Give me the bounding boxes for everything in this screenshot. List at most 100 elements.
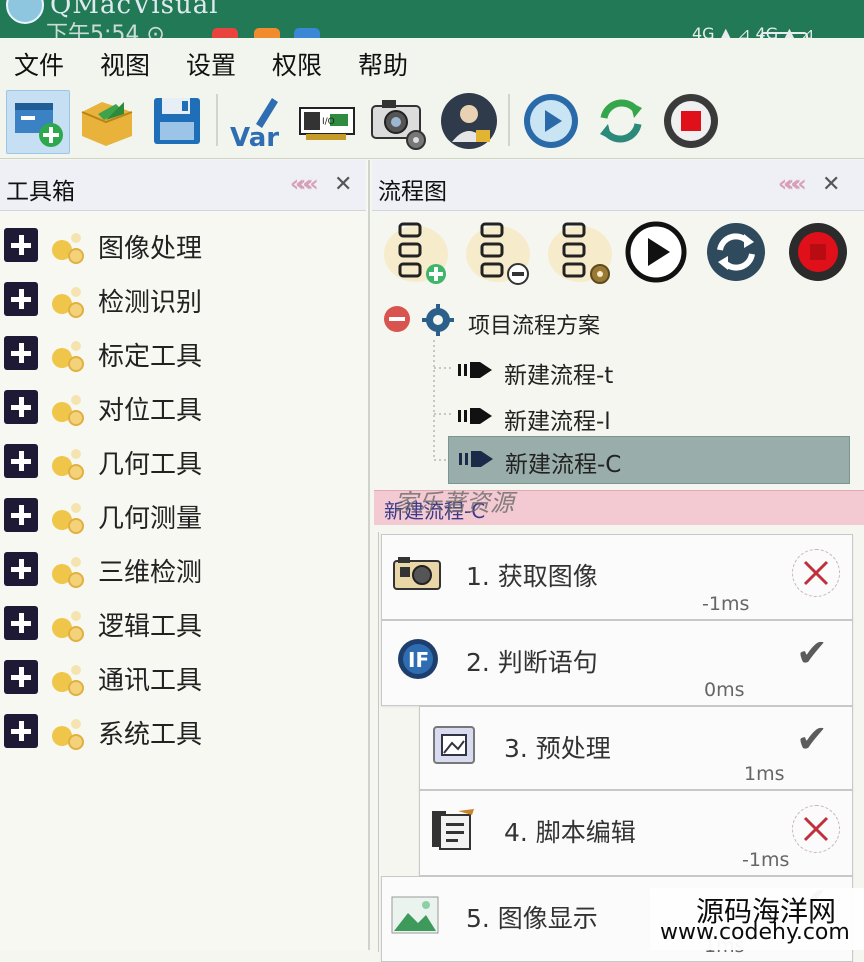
toolbox-item[interactable]: 几何测量 <box>0 488 368 542</box>
toolbox-item[interactable]: 对位工具 <box>0 380 368 434</box>
toolbox-item[interactable]: 三维检测 <box>0 542 368 596</box>
step-label: 2. 判断语句 <box>466 648 598 677</box>
tree-root-label[interactable]: 项目流程方案 <box>468 308 600 340</box>
expand-icon[interactable] <box>4 714 38 748</box>
io-card-icon[interactable]: I/O <box>296 90 358 152</box>
image-display-icon <box>391 896 439 934</box>
flow-arrow-icon <box>458 362 492 378</box>
category-gears-icon <box>52 503 84 534</box>
flow-settings-icon <box>548 222 612 284</box>
flow-settings-button[interactable] <box>544 218 614 286</box>
step-label: 5. 图像显示 <box>466 904 598 933</box>
menu-permissions[interactable]: 权限 <box>272 46 322 82</box>
user-permission-icon[interactable] <box>438 90 500 152</box>
run-icon[interactable] <box>520 90 582 152</box>
flowchart-panel: 流程图 ««« ✕ 项目流程方案 新建流程-t 新建流程-l 新建流程-C 新建… <box>372 160 864 962</box>
stop-icon <box>789 223 847 281</box>
new-project-icon[interactable] <box>6 90 70 154</box>
svg-text:Var: Var <box>230 123 279 152</box>
notification-app-icon <box>212 28 238 38</box>
menu-settings[interactable]: 设置 <box>186 46 236 82</box>
toolbox-item[interactable]: 标定工具 <box>0 326 368 380</box>
save-icon[interactable] <box>146 90 208 152</box>
remove-flow-button[interactable] <box>462 218 532 286</box>
main-toolbar: Var I/O <box>0 84 864 159</box>
status-time: 下午5:54 ⊙ <box>46 22 165 38</box>
close-panel-button[interactable]: ✕ <box>334 172 352 197</box>
image-preprocess-icon <box>433 726 475 764</box>
svg-text:I/O: I/O <box>322 117 335 127</box>
menu-file[interactable]: 文件 <box>14 46 64 82</box>
active-flow-tab[interactable]: 新建流程-C 家乐著资源 <box>374 489 864 525</box>
flow-step[interactable]: 3. 预处理 1ms ✔ <box>419 706 853 790</box>
expand-icon[interactable] <box>4 228 38 262</box>
toolbox-item-label: 逻辑工具 <box>98 612 203 642</box>
notification-app-icon <box>254 28 280 38</box>
close-panel-button[interactable]: ✕ <box>822 172 840 197</box>
step-time: -1ms <box>742 849 790 871</box>
app-logo-icon <box>6 0 44 24</box>
step-time: 0ms <box>704 679 745 701</box>
stop-icon[interactable] <box>660 90 722 152</box>
refresh-icon <box>707 223 765 281</box>
category-gears-icon <box>52 341 84 372</box>
flowchart-title: 流程图 <box>378 179 447 205</box>
notification-app-icon <box>294 28 320 38</box>
add-flow-icon <box>384 222 448 284</box>
category-gears-icon <box>52 611 84 642</box>
flow-step[interactable]: 4. 脚本编辑 -1ms <box>419 790 853 876</box>
tree-node-label: 新建流程-t <box>504 363 614 389</box>
expand-icon[interactable] <box>4 282 38 316</box>
toolbox-item[interactable]: 几何工具 <box>0 434 368 488</box>
expand-icon[interactable] <box>4 336 38 370</box>
step-label: 4. 脚本编辑 <box>504 818 636 847</box>
toolbox-item[interactable]: 图像处理 <box>0 218 368 272</box>
tree-node[interactable]: 新建流程-t <box>448 348 848 392</box>
collapse-panel-button[interactable]: ««« <box>778 172 807 197</box>
toolbox-item-label: 通讯工具 <box>98 666 203 696</box>
category-gears-icon <box>52 287 84 318</box>
expand-icon[interactable] <box>4 552 38 586</box>
expand-icon[interactable] <box>4 660 38 694</box>
add-flow-button[interactable] <box>380 218 450 286</box>
toolbox-item[interactable]: 检测识别 <box>0 272 368 326</box>
tree-node-label: 新建流程-l <box>504 409 611 435</box>
category-gears-icon <box>52 719 84 750</box>
expand-icon[interactable] <box>4 390 38 424</box>
collapse-minus-icon[interactable] <box>382 304 412 334</box>
remove-flow-icon <box>466 222 530 285</box>
flow-tree: 项目流程方案 新建流程-t 新建流程-l 新建流程-C <box>372 294 864 484</box>
loop-run-icon[interactable] <box>590 90 652 152</box>
menu-help[interactable]: 帮助 <box>358 46 408 82</box>
flow-step[interactable]: 1. 获取图像 -1ms <box>381 534 853 620</box>
toolbox-item[interactable]: 系统工具 <box>0 704 368 758</box>
run-flow-button[interactable] <box>622 218 692 286</box>
toolbox-item[interactable]: 通讯工具 <box>0 650 368 704</box>
double-chevron-left-icon: ««« <box>778 172 807 197</box>
menu-view[interactable]: 视图 <box>100 46 150 82</box>
category-gears-icon <box>52 449 84 480</box>
play-icon <box>625 221 687 283</box>
category-gears-icon <box>52 665 84 696</box>
tree-node[interactable]: 新建流程-l <box>448 394 848 438</box>
stop-flow-button[interactable] <box>784 218 854 286</box>
toolbox-item-label: 图像处理 <box>98 234 203 264</box>
tree-node-selected[interactable]: 新建流程-C <box>448 436 850 484</box>
flow-arrow-icon <box>459 451 493 467</box>
collapse-panel-button[interactable]: ««« <box>290 172 319 197</box>
loop-flow-button[interactable] <box>702 218 772 286</box>
expand-icon[interactable] <box>4 498 38 532</box>
category-gears-icon <box>52 395 84 426</box>
menu-bar: 文件 视图 设置 权限 帮助 <box>0 38 864 85</box>
variable-icon[interactable]: Var <box>226 90 288 153</box>
script-edit-icon <box>432 809 474 850</box>
expand-icon[interactable] <box>4 606 38 640</box>
toolbox-item-label: 几何测量 <box>98 504 203 534</box>
flow-step[interactable]: IF 2. 判断语句 0ms ✔ <box>381 620 853 706</box>
camera-settings-icon[interactable] <box>366 90 428 152</box>
toolbox-item-label: 几何工具 <box>98 450 203 480</box>
toolbox-item[interactable]: 逻辑工具 <box>0 596 368 650</box>
open-project-icon[interactable] <box>76 90 138 152</box>
expand-icon[interactable] <box>4 444 38 478</box>
site-watermark: 源码海洋网 www.codehy.com <box>650 888 864 950</box>
